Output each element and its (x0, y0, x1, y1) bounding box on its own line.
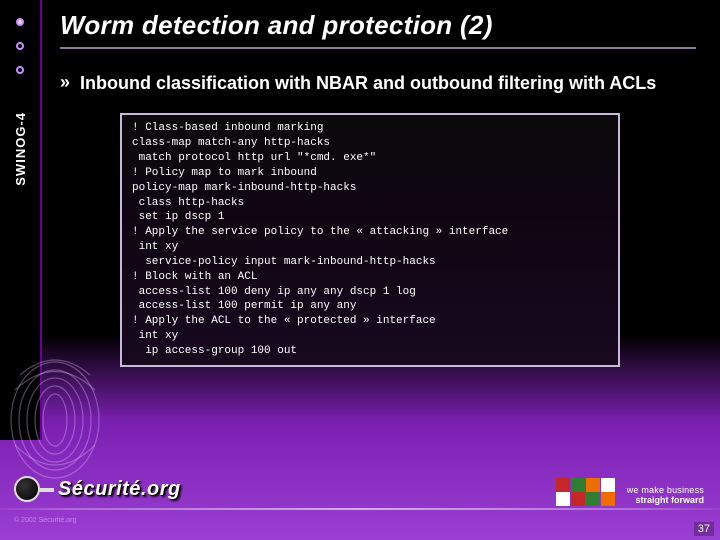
brand-text: Sécurité.org (58, 478, 181, 501)
sidebar-dot-icon (16, 18, 24, 26)
footer-right: we make business straight forward (556, 478, 704, 506)
sidebar-label: SWINOG-4 (13, 112, 28, 186)
page-number: 37 (694, 522, 714, 536)
tagline-line2: straight forward (627, 496, 704, 506)
divider (0, 508, 720, 510)
tagline: we make business straight forward (627, 486, 704, 506)
brand-logo: Sécurité.org (14, 476, 181, 502)
slide-body: Worm detection and protection (2) » Inbo… (42, 0, 720, 367)
sidebar-dot-icon (16, 42, 24, 50)
key-icon (14, 476, 40, 502)
code-block: ! Class-based inbound marking class-map … (120, 113, 620, 367)
flag-grid-icon (556, 478, 615, 506)
copyright: © 2002 Sécurité.org (14, 517, 76, 524)
bullet-arrow-icon: » (60, 72, 70, 94)
slide-title: Worm detection and protection (2) (60, 10, 696, 49)
sidebar-dot-icon (16, 66, 24, 74)
fingerprint-graphic (0, 335, 130, 485)
bullet-item: » Inbound classification with NBAR and o… (60, 71, 696, 95)
bullet-text: Inbound classification with NBAR and out… (80, 71, 656, 95)
